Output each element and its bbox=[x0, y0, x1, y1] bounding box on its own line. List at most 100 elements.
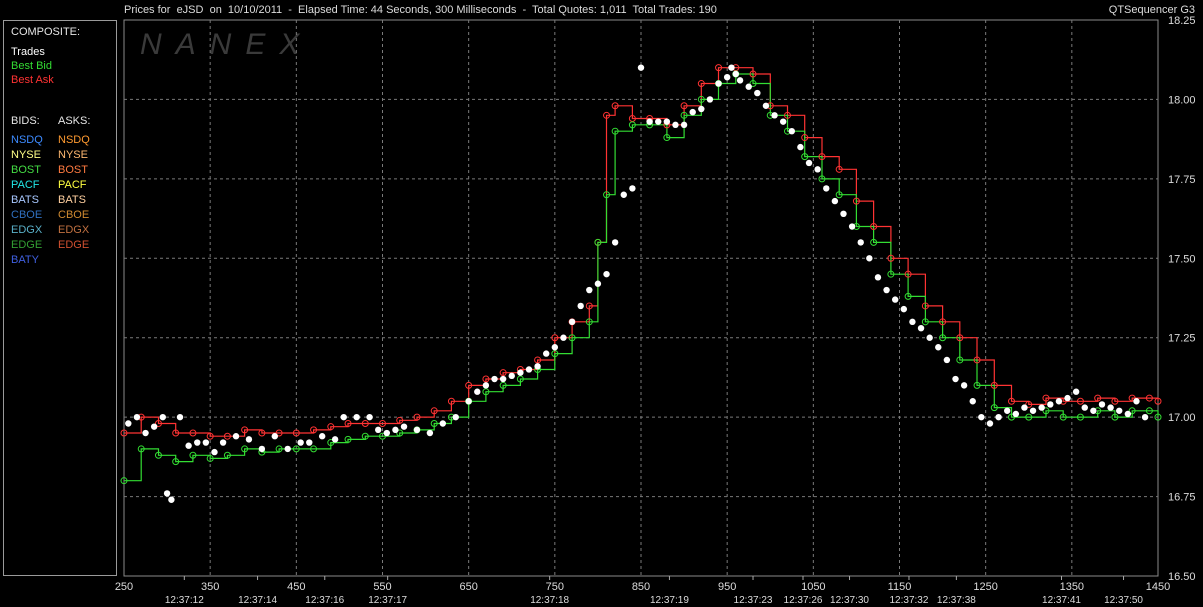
trade-point bbox=[672, 121, 679, 129]
trade-point bbox=[258, 445, 266, 453]
trade-point bbox=[900, 305, 908, 313]
trade-point bbox=[331, 436, 339, 443]
time-label: 12:37:19 bbox=[650, 595, 689, 606]
trade-point bbox=[383, 429, 391, 437]
x-tick-label: 1250 bbox=[973, 581, 997, 593]
time-label: 12:37:41 bbox=[1042, 595, 1081, 606]
trade-point bbox=[185, 442, 192, 449]
trade-point bbox=[978, 413, 985, 421]
trade-point bbox=[745, 83, 752, 90]
nanex-watermark: NANEX bbox=[140, 28, 313, 61]
trade-point bbox=[202, 439, 210, 446]
y-tick-label: 17.25 bbox=[1168, 333, 1196, 345]
trade-point bbox=[723, 73, 731, 81]
trade-point bbox=[831, 197, 839, 205]
trade-point bbox=[543, 350, 550, 357]
trade-point bbox=[413, 426, 421, 434]
trade-point bbox=[935, 344, 942, 351]
trade-point bbox=[219, 439, 227, 446]
trade-point bbox=[732, 70, 739, 78]
trade-point bbox=[771, 112, 778, 119]
trade-point bbox=[655, 118, 662, 125]
trade-point bbox=[1116, 407, 1123, 414]
trade-point bbox=[400, 423, 408, 430]
trade-point bbox=[211, 448, 218, 456]
trade-point bbox=[586, 286, 593, 294]
time-label: 12:37:26 bbox=[784, 595, 823, 606]
trade-point bbox=[943, 356, 951, 364]
time-label: 12:37:23 bbox=[734, 595, 773, 606]
price-chart: NANEX 18.25 18.00 17.75 17.50 17.25 17.00 16.75… bbox=[115, 15, 1196, 606]
trade-point bbox=[525, 366, 533, 373]
trade-point bbox=[1021, 404, 1028, 411]
x-tick-label: 1350 bbox=[1060, 581, 1084, 593]
trade-point bbox=[736, 77, 744, 84]
x-tick-label: 850 bbox=[632, 581, 650, 593]
trade-point bbox=[797, 143, 804, 151]
trade-point bbox=[1029, 407, 1037, 414]
trade-point bbox=[1064, 394, 1071, 402]
trade-point bbox=[926, 334, 933, 341]
x-tick-label: 750 bbox=[546, 581, 564, 593]
trade-point bbox=[874, 274, 882, 281]
trade-point bbox=[814, 166, 821, 173]
x-tick-label: 250 bbox=[115, 581, 133, 593]
x-tick-label: 550 bbox=[373, 581, 391, 593]
trade-point bbox=[577, 302, 584, 310]
trade-point bbox=[392, 426, 399, 434]
trade-point bbox=[426, 429, 434, 437]
trade-point bbox=[1107, 404, 1114, 411]
trade-point bbox=[271, 433, 278, 440]
trade-point bbox=[474, 388, 481, 395]
trade-point bbox=[848, 223, 856, 230]
trade-point bbox=[663, 118, 671, 125]
trade-point bbox=[560, 334, 567, 341]
time-label: 12:37:32 bbox=[890, 595, 929, 606]
trade-point bbox=[969, 398, 976, 405]
trade-point bbox=[762, 102, 770, 109]
trade-point bbox=[646, 118, 653, 125]
trade-point bbox=[805, 159, 813, 167]
trade-point bbox=[823, 185, 830, 192]
trade-point bbox=[1124, 410, 1132, 418]
trade-point bbox=[125, 420, 132, 427]
time-label: 12:37:30 bbox=[830, 595, 869, 606]
trade-point bbox=[611, 239, 619, 246]
trade-point bbox=[508, 372, 515, 380]
trade-point bbox=[499, 375, 507, 383]
x-tick-label: 450 bbox=[287, 581, 305, 593]
trade-point bbox=[909, 318, 916, 326]
trade-point bbox=[517, 369, 524, 376]
y-tick-label: 16.75 bbox=[1168, 492, 1196, 504]
x-tick-label: 1050 bbox=[801, 581, 825, 593]
trade-point bbox=[318, 433, 326, 440]
trade-point bbox=[133, 413, 141, 421]
trade-point bbox=[439, 420, 447, 427]
trade-point bbox=[620, 191, 627, 198]
y-tick-label: 18.25 bbox=[1168, 15, 1196, 27]
time-label: 12:37:16 bbox=[305, 595, 344, 606]
trade-point bbox=[150, 423, 158, 430]
trade-point bbox=[689, 108, 696, 116]
trade-point bbox=[245, 436, 253, 443]
x-tick-label: 950 bbox=[718, 581, 736, 593]
trade-point bbox=[482, 382, 490, 389]
trade-point bbox=[986, 420, 994, 427]
trade-point bbox=[857, 239, 864, 246]
trade-point bbox=[995, 413, 1002, 421]
trade-point bbox=[1072, 388, 1080, 395]
trade-point bbox=[1090, 407, 1097, 414]
y-tick-label: 17.75 bbox=[1168, 174, 1196, 186]
x-tick-label: 650 bbox=[459, 581, 477, 593]
trade-point bbox=[465, 398, 472, 405]
trade-point bbox=[629, 185, 636, 192]
trade-point bbox=[1141, 413, 1149, 421]
trade-point bbox=[232, 433, 240, 440]
trade-point bbox=[1038, 404, 1045, 411]
trade-point bbox=[284, 445, 291, 453]
time-label: 12:37:18 bbox=[530, 595, 569, 606]
trade-point bbox=[698, 105, 705, 113]
y-tick-label: 16.50 bbox=[1168, 571, 1196, 583]
trade-point bbox=[159, 413, 166, 421]
y-tick-label: 17.50 bbox=[1168, 253, 1196, 265]
